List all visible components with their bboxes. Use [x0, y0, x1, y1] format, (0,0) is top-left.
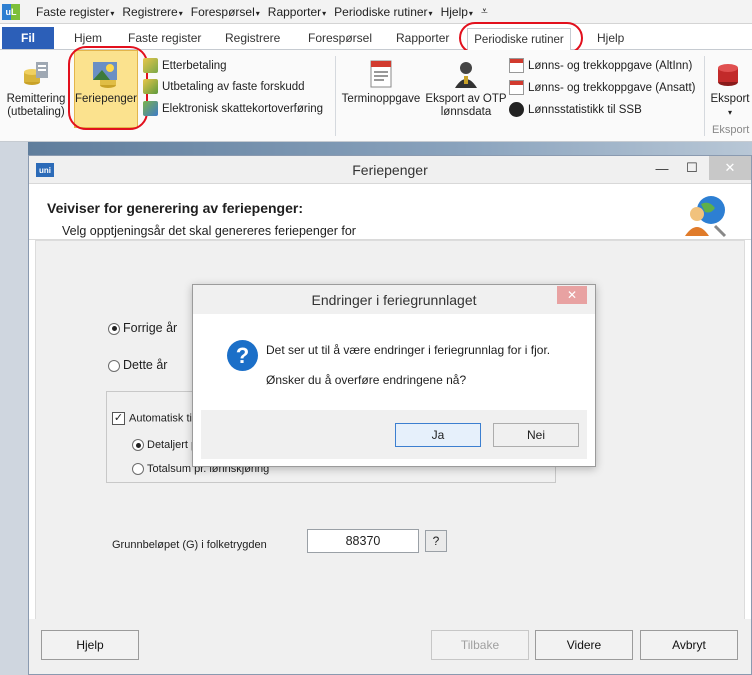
- app-logo: uL: [2, 3, 20, 20]
- radio-indicator[interactable]: [132, 463, 144, 476]
- radio-indicator[interactable]: [108, 322, 120, 335]
- form-icon: [509, 80, 524, 95]
- confirm-dialog: Endringer i feriegrunnlaget ✕ ? Det ser …: [192, 284, 596, 467]
- cancel-button[interactable]: Avbryt: [640, 630, 738, 660]
- tab-periodiske-rutiner[interactable]: Periodiske rutiner: [467, 28, 571, 50]
- lonns-altinn-button[interactable]: Lønns- og trekkoppgave (AltInn): [509, 58, 692, 73]
- dialog-titlebar: Endringer i feriegrunnlaget ✕: [193, 285, 595, 314]
- help-button[interactable]: Hjelp: [41, 630, 139, 660]
- side-strip: [0, 142, 28, 675]
- tab-rapporter[interactable]: Rapporter: [396, 31, 449, 45]
- etterbetaling-button[interactable]: Etterbetaling: [143, 58, 227, 73]
- checkbox-indicator[interactable]: ✓: [112, 412, 125, 425]
- next-button[interactable]: Videre: [535, 630, 633, 660]
- dialog-close-button[interactable]: ✕: [557, 286, 587, 304]
- close-button[interactable]: ✕: [709, 156, 751, 180]
- report-icon: [370, 60, 392, 88]
- form-icon: [509, 58, 524, 73]
- lonns-ansatt-button[interactable]: Lønns- og trekkoppgave (Ansatt): [509, 80, 695, 95]
- ribbon-panel: Remittering (utbetaling) Feriepenger Ett…: [0, 46, 752, 142]
- minimize-button[interactable]: —: [647, 156, 677, 180]
- ssb-button[interactable]: Lønnsstatistikk til SSB: [509, 102, 642, 117]
- tab-registrere[interactable]: Registrere: [225, 31, 280, 45]
- ribbon-separator: [335, 56, 336, 136]
- user-globe-icon: [685, 196, 727, 238]
- utbetaling-forskudd-button[interactable]: Utbetaling av faste forskudd: [143, 79, 305, 94]
- tab-foresporsel[interactable]: Forespørsel: [308, 31, 372, 45]
- dialog-body: ? Det ser ut til å være endringer i feri…: [201, 314, 587, 410]
- eksport-button[interactable]: Eksport ▾: [708, 58, 752, 119]
- window-titlebar: uni Feriepenger — ☐ ✕: [29, 156, 751, 184]
- person-icon: [455, 62, 477, 88]
- radio-dette-ar[interactable]: Dette år: [108, 358, 167, 372]
- dialog-title: Endringer i feriegrunnlaget: [311, 292, 477, 308]
- feriepenger-button[interactable]: Feriepenger: [74, 50, 138, 128]
- transfer-icon: [143, 101, 158, 116]
- skattekort-button[interactable]: Elektronisk skattekortoverføring: [143, 101, 323, 116]
- tab-fil[interactable]: Fil: [2, 27, 54, 49]
- ribbon-tabs: Fil Hjem Faste register Registrere Fores…: [0, 24, 752, 50]
- menu-registrere[interactable]: Registrere▾: [118, 5, 186, 19]
- grunnbelop-help-button[interactable]: ?: [425, 530, 447, 552]
- auto-checkbox[interactable]: ✓ Automatisk til: [112, 412, 194, 425]
- wizard-subtitle: Velg opptjeningsår det skal genereres fe…: [62, 224, 356, 238]
- vacation-money-icon: [93, 62, 117, 88]
- radio-detaljert[interactable]: Detaljert p: [132, 439, 197, 452]
- radio-indicator[interactable]: [108, 359, 120, 372]
- terminoppgave-button[interactable]: Terminoppgave: [340, 58, 422, 106]
- chart-line-icon: [509, 102, 524, 117]
- dialog-yes-button[interactable]: Ja: [395, 423, 481, 447]
- money-icon: [143, 79, 158, 94]
- radio-forrige-ar[interactable]: Forrige år: [108, 321, 177, 335]
- menu-faste-register[interactable]: Faste register▾: [32, 5, 118, 19]
- dialog-message: Det ser ut til å være endringer i ferieg…: [266, 343, 551, 357]
- dialog-no-button[interactable]: Nei: [493, 423, 579, 447]
- menu-foresporsel[interactable]: Forespørsel▾: [187, 5, 264, 19]
- back-button[interactable]: Tilbake: [431, 630, 529, 660]
- money-icon: [143, 58, 158, 73]
- grunnbelop-label: Grunnbeløpet (G) i folketrygden: [112, 539, 267, 551]
- wizard-footer: Hjelp Tilbake Videre Avbryt: [29, 619, 751, 674]
- grunnbelop-input[interactable]: 88370: [307, 529, 419, 553]
- wizard-header: Veiviser for generering av feriepenger: …: [29, 184, 751, 240]
- chevron-down-icon: ▾: [727, 108, 732, 117]
- menu-rapporter[interactable]: Rapporter▾: [264, 5, 330, 19]
- coins-icon: [24, 62, 48, 85]
- window-title: Feriepenger: [352, 162, 428, 178]
- ribbon-group-label: Eksport: [712, 124, 750, 136]
- wizard-title: Veiviser for generering av feriepenger:: [47, 200, 303, 216]
- menu-bar: uL Faste register▾ Registrere▾ Forespørs…: [0, 0, 752, 24]
- tab-hjelp[interactable]: Hjelp: [597, 31, 624, 45]
- tab-hjem[interactable]: Hjem: [74, 31, 102, 45]
- dialog-button-bar: Ja Nei: [201, 410, 587, 459]
- tab-faste-register[interactable]: Faste register: [128, 31, 201, 45]
- eksport-otp-button[interactable]: Eksport av OTP lønnsdata: [424, 58, 508, 119]
- quick-access-overflow[interactable]: ⩡: [477, 4, 492, 19]
- remittering-button[interactable]: Remittering (utbetaling): [4, 58, 68, 119]
- menu-periodiske-rutiner[interactable]: Periodiske rutiner▾: [330, 5, 436, 19]
- background-banner: [28, 142, 752, 156]
- maximize-button[interactable]: ☐: [677, 156, 707, 180]
- export-icon: [718, 64, 738, 86]
- menu-hjelp[interactable]: Hjelp▾: [437, 5, 477, 19]
- ribbon-separator: [704, 56, 705, 136]
- radio-indicator[interactable]: [132, 439, 144, 452]
- dialog-question: Ønsker du å overføre endringene nå?: [266, 373, 467, 387]
- question-icon: ?: [227, 340, 258, 371]
